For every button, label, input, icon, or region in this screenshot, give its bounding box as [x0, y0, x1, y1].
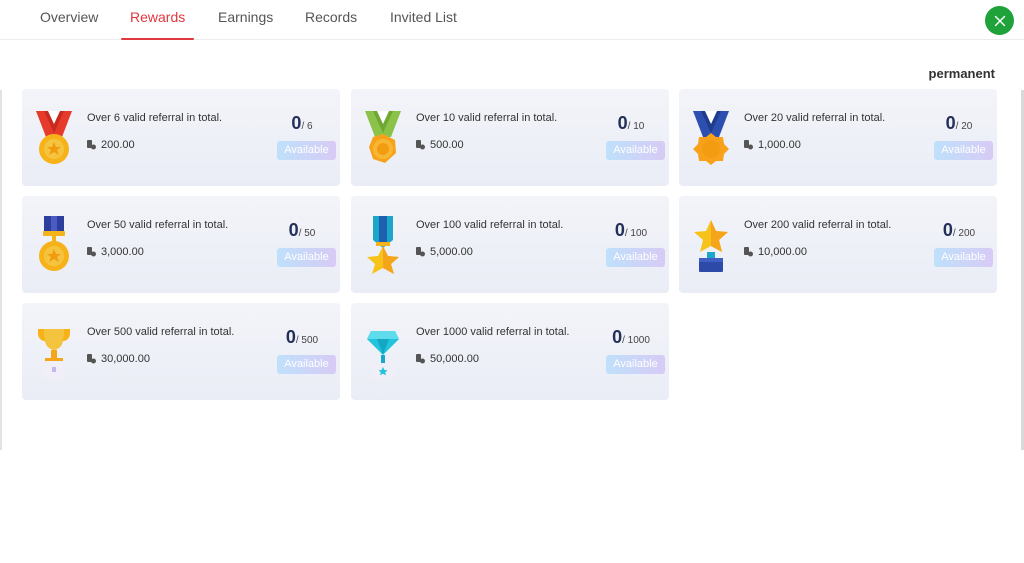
- reward-amount: 10,000.00: [744, 246, 807, 258]
- navy-strap-medal-icon: [34, 214, 74, 274]
- progress-current: 0: [288, 220, 299, 240]
- available-button[interactable]: Available: [277, 355, 336, 374]
- referral-progress: 0/ 500: [272, 327, 332, 348]
- available-button[interactable]: Available: [277, 141, 336, 160]
- progress-total: / 500: [295, 335, 319, 346]
- reward-card: Over 6 valid referral in total. 200.00 0…: [22, 89, 340, 186]
- green-ribbon-medal-icon: [363, 107, 403, 167]
- reward-amount: 30,000.00: [87, 353, 150, 365]
- gold-cup-trophy-icon: [34, 321, 74, 381]
- reward-amount-value: 30,000.00: [101, 353, 150, 365]
- period-label: permanent: [928, 66, 995, 81]
- reward-title: Over 200 valid referral in total.: [744, 219, 892, 231]
- available-button[interactable]: Available: [606, 355, 665, 374]
- reward-card: Over 100 valid referral in total. 5,000.…: [351, 196, 669, 293]
- coin-icon: [87, 247, 96, 257]
- available-button[interactable]: Available: [606, 248, 665, 267]
- reward-title: Over 1000 valid referral in total.: [416, 326, 570, 338]
- tab-bar: Overview Rewards Earnings Records Invite…: [0, 0, 1024, 40]
- tab-rewards[interactable]: Rewards: [120, 9, 195, 40]
- rewards-panel: Overview Rewards Earnings Records Invite…: [0, 0, 1024, 563]
- reward-amount-value: 1,000.00: [758, 139, 801, 151]
- progress-current: 0: [612, 327, 623, 347]
- reward-title: Over 50 valid referral in total.: [87, 219, 229, 231]
- progress-current: 0: [285, 327, 296, 347]
- progress-total: / 1000: [622, 335, 650, 346]
- progress-total: / 20: [955, 121, 973, 132]
- reward-card: Over 500 valid referral in total. 30,000…: [22, 303, 340, 400]
- reward-title: Over 20 valid referral in total.: [744, 112, 886, 124]
- star-trophy-icon: [691, 214, 731, 274]
- coin-icon: [416, 140, 425, 150]
- reward-amount-value: 50,000.00: [430, 353, 479, 365]
- coin-icon: [744, 247, 753, 257]
- progress-current: 0: [945, 113, 956, 133]
- referral-progress: 0/ 200: [929, 220, 989, 241]
- progress-current: 0: [291, 113, 302, 133]
- tab-invited-list[interactable]: Invited List: [390, 9, 457, 40]
- close-button[interactable]: [985, 6, 1014, 35]
- coin-icon: [87, 354, 96, 364]
- reward-amount-value: 3,000.00: [101, 246, 144, 258]
- star-medal-icon: [363, 214, 403, 274]
- coin-icon: [744, 140, 753, 150]
- tab-earnings[interactable]: Earnings: [218, 9, 273, 40]
- reward-card: Over 200 valid referral in total. 10,000…: [679, 196, 997, 293]
- available-button[interactable]: Available: [934, 248, 993, 267]
- reward-card: Over 50 valid referral in total. 3,000.0…: [22, 196, 340, 293]
- available-button[interactable]: Available: [606, 141, 665, 160]
- progress-current: 0: [617, 113, 628, 133]
- reward-card: Over 10 valid referral in total. 500.00 …: [351, 89, 669, 186]
- coin-icon: [416, 247, 425, 257]
- reward-title: Over 100 valid referral in total.: [416, 219, 564, 231]
- reward-amount: 1,000.00: [744, 139, 801, 151]
- reward-amount: 5,000.00: [416, 246, 473, 258]
- reward-title: Over 10 valid referral in total.: [416, 112, 558, 124]
- referral-progress: 0/ 20: [929, 113, 989, 134]
- blue-ribbon-medal-icon: [691, 107, 731, 167]
- reward-amount: 50,000.00: [416, 353, 479, 365]
- coin-icon: [416, 354, 425, 364]
- referral-progress: 0/ 1000: [601, 327, 661, 348]
- close-icon: [994, 15, 1005, 26]
- progress-current: 0: [614, 220, 625, 240]
- referral-progress: 0/ 50: [272, 220, 332, 241]
- red-ribbon-medal-icon: [34, 107, 74, 167]
- progress-total: / 6: [301, 121, 313, 132]
- diamond-trophy-icon: [363, 321, 403, 381]
- referral-progress: 0/ 10: [601, 113, 661, 134]
- progress-current: 0: [942, 220, 953, 240]
- reward-card: Over 1000 valid referral in total. 50,00…: [351, 303, 669, 400]
- reward-card: Over 20 valid referral in total. 1,000.0…: [679, 89, 997, 186]
- reward-amount-value: 5,000.00: [430, 246, 473, 258]
- referral-progress: 0/ 100: [601, 220, 661, 241]
- reward-amount-value: 500.00: [430, 139, 464, 151]
- tab-overview[interactable]: Overview: [40, 9, 98, 40]
- reward-amount-value: 200.00: [101, 139, 135, 151]
- reward-title: Over 500 valid referral in total.: [87, 326, 235, 338]
- progress-total: / 10: [627, 121, 645, 132]
- reward-title: Over 6 valid referral in total.: [87, 112, 223, 124]
- progress-total: / 100: [624, 228, 648, 239]
- reward-amount: 200.00: [87, 139, 135, 151]
- coin-icon: [87, 140, 96, 150]
- reward-amount: 3,000.00: [87, 246, 144, 258]
- referral-progress: 0/ 6: [272, 113, 332, 134]
- progress-total: / 200: [952, 228, 976, 239]
- rewards-grid: Over 6 valid referral in total. 200.00 0…: [22, 89, 997, 401]
- tab-records[interactable]: Records: [305, 9, 357, 40]
- available-button[interactable]: Available: [277, 248, 336, 267]
- reward-amount-value: 10,000.00: [758, 246, 807, 258]
- progress-total: / 50: [298, 228, 316, 239]
- reward-amount: 500.00: [416, 139, 464, 151]
- available-button[interactable]: Available: [934, 141, 993, 160]
